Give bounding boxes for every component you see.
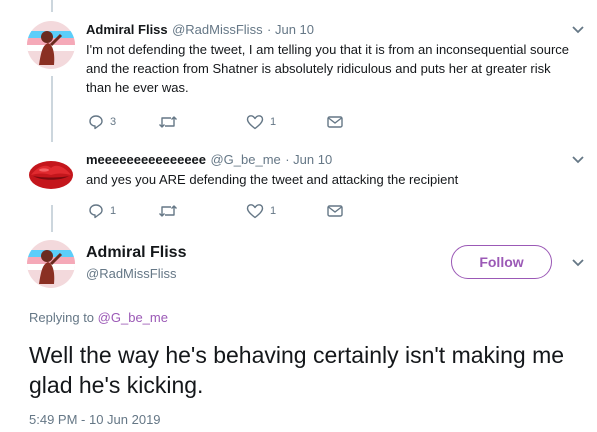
like-button[interactable]: 1	[246, 114, 326, 130]
replying-to-handle[interactable]: @G_be_me	[98, 310, 168, 325]
retweet-icon	[159, 116, 177, 128]
thread-line-top	[51, 0, 53, 12]
retweet-icon	[159, 205, 177, 217]
avatar[interactable]	[27, 151, 75, 199]
tweet-time[interactable]: · Jun 10	[267, 22, 314, 37]
like-count: 1	[270, 205, 277, 217]
reply-button[interactable]: 3	[88, 114, 158, 130]
retweet-button[interactable]	[158, 203, 246, 219]
dm-icon	[327, 116, 343, 128]
reply-icon	[89, 204, 103, 219]
avatar[interactable]	[27, 240, 75, 288]
tweet-header: Admiral Fliss @RadMissFliss · Jun 10	[86, 21, 314, 39]
follow-button[interactable]: Follow	[451, 245, 552, 279]
user-name[interactable]: Admiral Fliss	[86, 22, 168, 37]
user-handle[interactable]: @G_be_me	[210, 152, 280, 167]
dm-button[interactable]	[326, 203, 344, 219]
reply-button[interactable]: 1	[88, 203, 158, 219]
reply-count: 3	[110, 116, 117, 128]
reply-icon	[89, 115, 103, 130]
tweet-time[interactable]: · Jun 10	[285, 152, 332, 167]
chevron-down-icon[interactable]	[571, 25, 585, 35]
thread-line-1	[51, 76, 53, 142]
user-name[interactable]: meeeeeeeeeeeeeee	[86, 152, 206, 167]
tweet-text: and yes you ARE defending the tweet and …	[86, 172, 459, 187]
chevron-down-icon[interactable]	[571, 155, 585, 165]
avatar[interactable]	[27, 21, 75, 69]
like-count: 1	[270, 116, 277, 128]
retweet-button[interactable]	[158, 114, 246, 130]
reply-count: 1	[110, 205, 117, 217]
dm-icon	[327, 205, 343, 217]
like-icon	[246, 204, 264, 219]
replying-to-label: Replying to	[29, 310, 95, 325]
chevron-down-icon[interactable]	[571, 258, 585, 268]
tweet-actions: 3 1	[88, 114, 344, 130]
thread-line-2	[51, 205, 53, 232]
main-tweet-text: Well the way he's behaving certainly isn…	[29, 342, 565, 398]
dm-button[interactable]	[326, 114, 344, 130]
like-button[interactable]: 1	[246, 203, 326, 219]
tweet-text: I'm not defending the tweet, I am tellin…	[86, 42, 570, 95]
main-user-name[interactable]: Admiral Fliss	[86, 244, 186, 262]
tweet-actions: 1 1	[88, 203, 344, 219]
tweet-header: meeeeeeeeeeeeeee @G_be_me · Jun 10	[86, 151, 332, 169]
main-user-handle[interactable]: @RadMissFliss	[86, 266, 176, 281]
user-handle[interactable]: @RadMissFliss	[172, 22, 262, 37]
tweet-timestamp[interactable]: 5:49 PM - 10 Jun 2019	[29, 412, 161, 427]
replying-to: Replying to @G_be_me	[29, 310, 168, 325]
like-icon	[246, 115, 264, 130]
